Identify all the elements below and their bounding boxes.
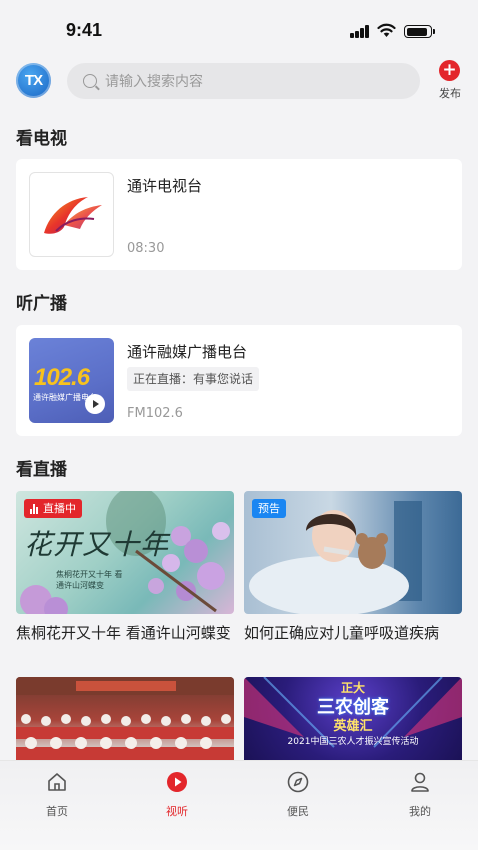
battery-icon xyxy=(404,25,435,38)
tv-channel-card[interactable]: 通许电视台 08:30 xyxy=(16,159,462,270)
person-icon xyxy=(411,772,429,792)
live-bars-icon xyxy=(30,503,39,514)
live-item-title: 焦桐花开又十年 看通许山河蝶变 xyxy=(16,624,231,642)
radio-station-name: 通许融媒广播电台 xyxy=(127,343,248,361)
radio-logo-text: 102.6 xyxy=(34,364,90,391)
tab-services[interactable]: 便民 xyxy=(268,771,328,819)
live-thumbnail-caption: 2021中国三农人才振兴宣传活动 xyxy=(287,737,419,747)
live-thumbnail: 预告 xyxy=(244,491,462,614)
publish-button[interactable]: + 发布 xyxy=(434,60,466,104)
live-thumbnail-text-main2: 英雄汇 xyxy=(333,719,373,734)
live-thumbnail: 花开又十年 焦桐花开又十年 看通许山河蝶变 直播中 xyxy=(16,491,234,614)
plus-icon: + xyxy=(439,60,460,81)
tv-channel-name: 通许电视台 xyxy=(127,177,203,195)
radio-station-card[interactable]: 102.6 通许融媒广播电台 通许融媒广播电台 正在直播：有事您说话 FM102… xyxy=(16,325,462,436)
now-playing-chip: 正在直播：有事您说话 xyxy=(127,367,260,391)
status-bar: 9:41 xyxy=(0,0,478,56)
avatar[interactable]: TX xyxy=(16,63,51,98)
tab-label: 便民 xyxy=(287,805,309,818)
radio-station-logo: 102.6 通许融媒广播电台 xyxy=(29,338,114,423)
play-icon[interactable] xyxy=(85,394,105,414)
section-title-live: 看直播 xyxy=(16,460,67,480)
tab-profile[interactable]: 我的 xyxy=(390,771,450,819)
search-placeholder: 请输入搜索内容 xyxy=(105,74,203,90)
play-icon xyxy=(167,772,187,792)
section-title-tv: 看电视 xyxy=(16,129,67,149)
live-thumbnail-text: 花开又十年 xyxy=(24,528,170,561)
bottom-tab-bar: 首页 视听 便民 我的 xyxy=(0,760,478,850)
tv-channel-time: 08:30 xyxy=(127,241,165,256)
live-item-title: 如何正确应对儿童呼吸道疾病 xyxy=(244,624,440,642)
search-icon xyxy=(83,74,97,88)
tab-home[interactable]: 首页 xyxy=(27,771,87,819)
wifi-icon xyxy=(377,23,396,37)
publish-label: 发布 xyxy=(439,87,461,100)
status-time: 9:41 xyxy=(66,20,103,40)
tab-media[interactable]: 视听 xyxy=(147,771,207,819)
search-input[interactable]: 请输入搜索内容 xyxy=(67,63,420,99)
tab-label: 我的 xyxy=(409,805,431,818)
signal-icon xyxy=(350,25,370,38)
preview-badge: 预告 xyxy=(252,499,286,518)
radio-frequency: FM102.6 xyxy=(127,406,183,421)
top-bar: TX 请输入搜索内容 + 发布 xyxy=(0,60,478,104)
tab-label: 首页 xyxy=(46,805,68,818)
section-title-radio: 听广播 xyxy=(16,294,67,314)
live-thumbnail-caption: 焦桐花开又十年 看通许山河蝶变 xyxy=(56,570,123,590)
home-icon xyxy=(48,773,66,791)
compass-icon xyxy=(287,771,309,793)
live-badge: 直播中 xyxy=(24,499,82,518)
tv-station-logo xyxy=(29,172,114,257)
tab-label: 视听 xyxy=(166,805,188,818)
